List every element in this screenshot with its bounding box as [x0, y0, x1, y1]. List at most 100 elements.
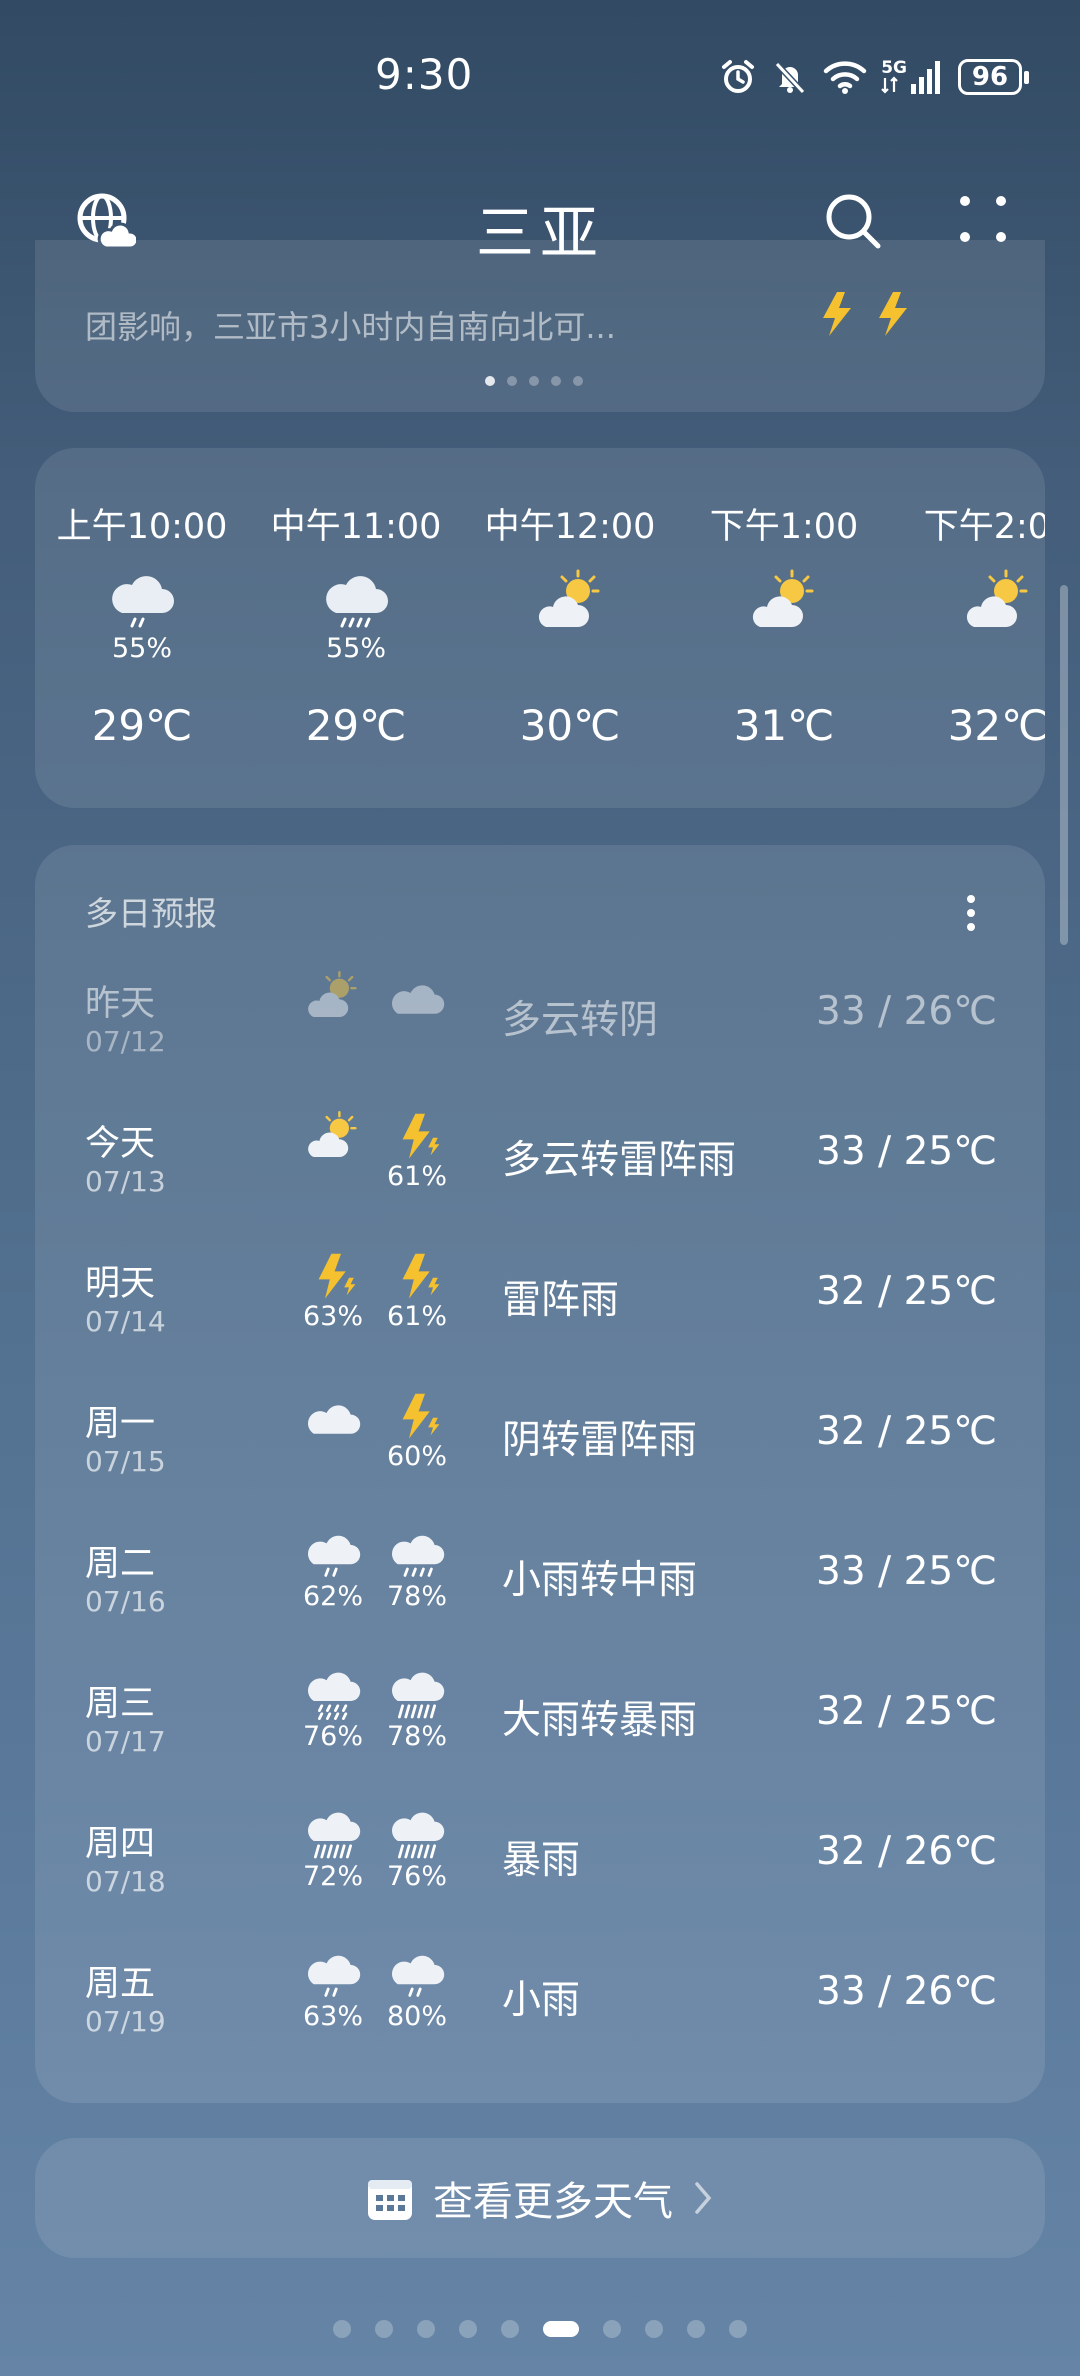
battery-icon: 96: [958, 59, 1029, 95]
chevron-right-icon: [695, 2182, 712, 2214]
wifi-icon: [823, 61, 867, 94]
day-description: 多云转阴: [502, 998, 659, 1043]
daily-row[interactable]: 明天 07/14 63% 61% 雷阵雨 32 / 25℃: [35, 1245, 1045, 1385]
partly-cloudy-icon: [744, 567, 824, 637]
day-date: 07/17: [85, 1725, 166, 1758]
daily-row[interactable]: 昨天 07/12 多云转阴 33 / 26℃: [35, 965, 1045, 1105]
signal-indicator: 5G: [881, 60, 944, 94]
night-precip: 80%: [386, 2001, 447, 2032]
light-rain-icon: 63%: [293, 1949, 373, 2039]
hourly-precip: [684, 633, 884, 665]
night-precip: 61%: [386, 1161, 447, 1192]
status-time: 9:30: [375, 50, 474, 99]
hourly-time: 中午11:00: [270, 507, 442, 547]
weather-alert-card[interactable]: 团影响，三亚市3小时内自南向北可...: [35, 240, 1045, 412]
status-icons: 5G 96: [719, 58, 1029, 96]
pager-dot[interactable]: [333, 2320, 351, 2338]
city-pager-dots[interactable]: [0, 2320, 1080, 2338]
day-temperature: 32 / 25℃: [816, 1409, 997, 1454]
cloud-icon: [293, 1389, 373, 1479]
hourly-item: 上午10:00 55% 29℃: [42, 498, 242, 750]
moderate-rain-icon: 78%: [377, 1529, 457, 1619]
storm-rain-icon: 72%: [293, 1809, 373, 1899]
day-description: 雷阵雨: [502, 1278, 620, 1323]
day-date: 07/14: [85, 1305, 166, 1338]
daily-row[interactable]: 周五 07/19 63% 80% 小雨 33 / 26℃: [35, 1945, 1045, 2085]
mute-icon: [775, 61, 806, 95]
day-description: 小雨: [502, 1978, 581, 2023]
data-arrows-icon: [881, 76, 898, 94]
hourly-temp: 29℃: [305, 701, 407, 750]
night-precip: 76%: [386, 1861, 447, 1892]
pager-dot[interactable]: [603, 2320, 621, 2338]
day-name: 周五: [85, 1964, 156, 2004]
hourly-precip: 55%: [111, 633, 172, 664]
day-precip: 62%: [302, 1581, 363, 1612]
alert-text: 团影响，三亚市3小时内自南向北可...: [85, 308, 616, 346]
night-precip: 78%: [386, 1721, 447, 1752]
more-weather-label: 查看更多天气: [433, 2179, 673, 2225]
partly-cloudy-icon: [293, 1109, 373, 1199]
pager-dot[interactable]: [645, 2320, 663, 2338]
thunder-icon: 63%: [293, 1249, 373, 1339]
pager-dot[interactable]: [729, 2320, 747, 2338]
day-precip: 63%: [302, 1301, 363, 1332]
day-temperature: 33 / 25℃: [816, 1129, 997, 1174]
day-precip: 63%: [302, 2001, 363, 2032]
rain-cloud-icon: [102, 567, 182, 637]
pager-dot[interactable]: [375, 2320, 393, 2338]
light-rain-icon: 62%: [293, 1529, 373, 1619]
scrollbar[interactable]: [1060, 585, 1068, 945]
hourly-item: 中午12:00 30℃: [470, 498, 670, 750]
cloud-icon: [377, 969, 457, 1059]
hourly-precip: [898, 633, 1045, 665]
hourly-time: 下午1:00: [709, 507, 859, 547]
day-name: 周二: [85, 1544, 156, 1584]
daily-row[interactable]: 今天 07/13 61% 多云转雷阵雨 33 / 25℃: [35, 1105, 1045, 1245]
thunder-icon: 61%: [377, 1109, 457, 1199]
daily-forecast-card: 多日预报 昨天 07/12 多云转阴 33 / 26℃ 今天 07/13 61% 多云转雷阵雨…: [35, 845, 1045, 2103]
day-name: 周三: [85, 1684, 156, 1724]
night-precip: 78%: [386, 1581, 447, 1612]
pager-dot[interactable]: [459, 2320, 477, 2338]
day-date: 07/19: [85, 2005, 166, 2038]
hourly-forecast-card[interactable]: 上午10:00 55% 29℃ 中午11:00 55% 29℃ 中午12:00: [35, 448, 1045, 808]
day-date: 07/16: [85, 1585, 166, 1618]
pager-dot[interactable]: [501, 2320, 519, 2338]
thunder-icon: 61%: [377, 1249, 457, 1339]
daily-row[interactable]: 周三 07/17 76% 78% 大雨转暴雨 32 / 25℃: [35, 1665, 1045, 1805]
day-precip: 72%: [302, 1861, 363, 1892]
hourly-item: 中午11:00 55% 29℃: [256, 498, 456, 750]
hourly-temp: 31℃: [733, 701, 835, 750]
more-vertical-icon[interactable]: [963, 893, 979, 937]
day-temperature: 33 / 26℃: [816, 1969, 997, 2014]
hourly-time: 下午2:00: [923, 507, 1045, 547]
hourly-temp: 30℃: [519, 701, 621, 750]
status-bar: 9:30 5G 96: [0, 0, 1080, 150]
day-name: 今天: [85, 1124, 156, 1164]
heavy-rain-icon: 76%: [293, 1669, 373, 1759]
hourly-temp: 32℃: [947, 701, 1045, 750]
day-name: 周一: [85, 1404, 156, 1444]
daily-row[interactable]: 周一 07/15 60% 阴转雷阵雨 32 / 25℃: [35, 1385, 1045, 1525]
more-weather-button[interactable]: 查看更多天气: [35, 2138, 1045, 2258]
pager-dot[interactable]: [543, 2321, 579, 2337]
hourly-precip: 55%: [325, 633, 386, 664]
night-precip: 61%: [386, 1301, 447, 1332]
hourly-temp: 29℃: [91, 701, 193, 750]
daily-row[interactable]: 周四 07/18 72% 76% 暴雨 32 / 26℃: [35, 1805, 1045, 1945]
pager-dot[interactable]: [417, 2320, 435, 2338]
hourly-item: 下午2:00 32℃: [898, 498, 1045, 750]
hourly-time: 中午12:00: [484, 507, 656, 547]
day-temperature: 32 / 25℃: [816, 1689, 997, 1734]
partly-cloudy-icon: [958, 567, 1038, 637]
day-date: 07/15: [85, 1445, 166, 1478]
partly-cloudy-icon: [293, 969, 373, 1059]
daily-row[interactable]: 周二 07/16 62% 78% 小雨转中雨 33 / 25℃: [35, 1525, 1045, 1665]
partly-cloudy-icon: [530, 567, 610, 637]
day-temperature: 33 / 25℃: [816, 1549, 997, 1594]
day-name: 昨天: [85, 984, 156, 1024]
pager-dot[interactable]: [687, 2320, 705, 2338]
day-description: 暴雨: [502, 1838, 581, 1883]
day-temperature: 32 / 25℃: [816, 1269, 997, 1314]
